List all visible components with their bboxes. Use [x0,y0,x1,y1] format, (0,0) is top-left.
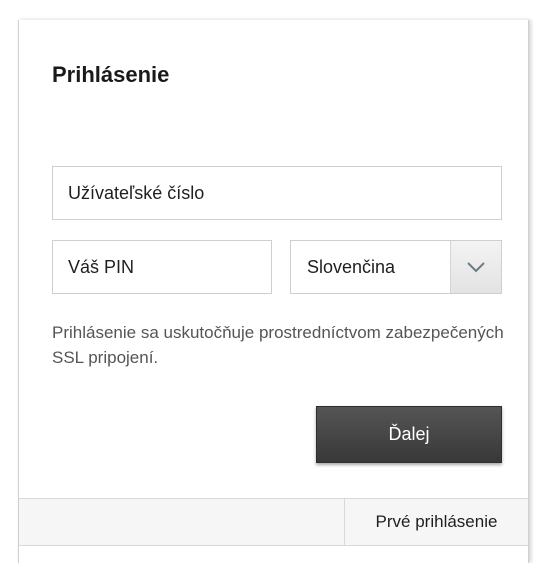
first-login-label: Prvé prihlásenie [375,512,498,531]
user-number-placeholder: Užívateľské číslo [68,182,205,203]
pin-input[interactable]: Váš PIN [52,240,272,294]
chevron-down-icon[interactable] [450,241,501,293]
first-login-link[interactable]: Prvé prihlásenie [344,499,528,545]
user-number-input[interactable]: Užívateľské číslo [52,166,502,220]
next-button[interactable]: Ďalej [316,406,502,463]
login-title: Prihlásenie [52,62,170,87]
login-panel: Prihlásenie Užívateľské číslo Váš PIN Sl… [18,20,529,563]
ssl-note: Prihlásenie sa uskutočňuje prostredníctv… [52,323,504,367]
next-button-label: Ďalej [388,424,430,444]
language-selected: Slovenčina [307,256,396,277]
login-page: Prihlásenie Užívateľské číslo Váš PIN Sl… [0,0,541,563]
pin-placeholder: Váš PIN [68,256,135,277]
language-select[interactable]: Slovenčina [290,240,502,294]
login-footer: Prvé prihlásenie [19,498,528,546]
